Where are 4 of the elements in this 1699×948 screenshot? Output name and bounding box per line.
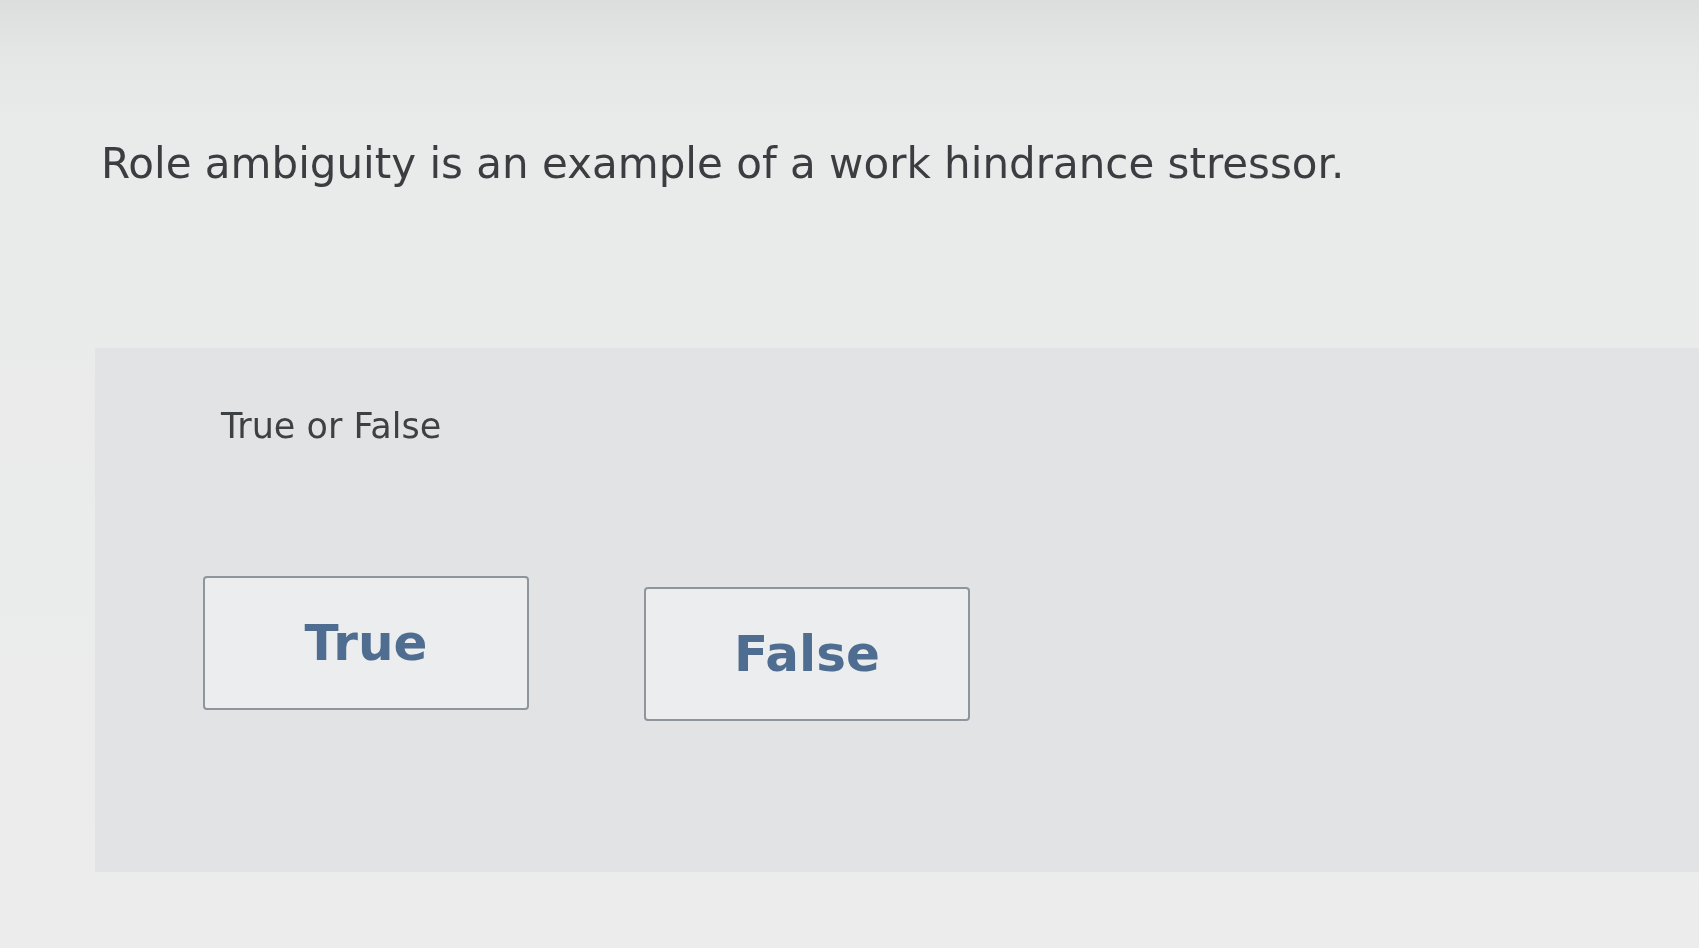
question-type-label: True or False — [221, 406, 443, 447]
question-text: Role ambiguity is an example of a work hindrance stressor. — [101, 139, 1346, 190]
answer-option[interactable]: True — [203, 576, 529, 711]
answer-option[interactable]: False — [644, 587, 970, 722]
